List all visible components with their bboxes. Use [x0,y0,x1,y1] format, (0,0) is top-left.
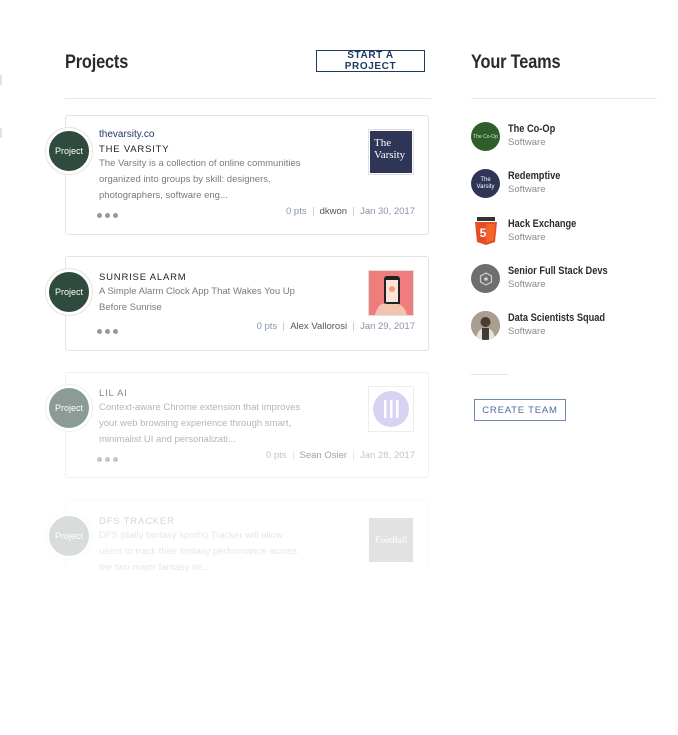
team-icon: The Co-Op [471,122,500,151]
project-avatar: Project [46,128,92,174]
teams-header: Your Teams [471,40,657,99]
more-options-icon[interactable] [97,329,118,334]
team-item[interactable]: Data Scientists Squad Software [471,311,661,343]
create-team-button[interactable]: CREATE TEAM [474,399,566,421]
project-title[interactable]: SUNRISE ALARM [99,272,186,283]
projects-title: Projects [65,52,129,73]
project-author[interactable]: Sean Osier [300,450,348,461]
project-avatar: Project [46,269,92,315]
html5-number: 5 [479,226,487,240]
project-points: 0 pts [256,321,278,332]
project-card[interactable]: Project thevarsity.co THE VARSITY The Va… [46,115,429,235]
html5-icon: 5 [471,217,500,246]
teams-title: Your Teams [471,52,561,73]
team-item[interactable]: Senior Full Stack Devs Software [471,264,661,296]
project-avatar: Project [46,513,92,559]
project-points: 0 pts [265,450,287,461]
project-description: The Varsity is a collection of online co… [99,158,301,201]
varsity-logo-icon: The Varsity [370,131,412,173]
team-item[interactable]: 5 Hack Exchange Software [471,217,661,249]
edge-mark [0,75,2,85]
team-item[interactable]: The Co-Op The Co-Op Software [471,122,661,154]
project-title[interactable]: LIL AI [99,388,128,399]
team-name[interactable]: Hack Exchange [508,218,576,230]
project-date: Jan 28, 2017 [360,450,415,461]
edge-mark [0,128,2,138]
team-name[interactable]: Data Scientists Squad [508,312,605,324]
project-card[interactable]: Project SUNRISE ALARM A Simple Alarm Clo… [46,256,429,351]
project-date: Jan 30, 2017 [360,206,415,217]
project-card[interactable]: Project DFS TRACKER DFS (daily fantasy s… [46,500,429,573]
phone-photo-icon [369,271,413,315]
bars-logo-icon [369,387,413,431]
project-meta: 0 pts dkwon Jan 30, 2017 [286,206,415,217]
project-author[interactable]: Alex Vallorosi [290,321,347,332]
team-type: Software [508,326,546,337]
hexagon-node-icon [471,264,500,293]
team-icon: The Varsity [471,169,500,198]
project-thumbnail[interactable] [368,270,414,316]
team-type: Software [508,137,546,148]
project-date: Jan 29, 2017 [360,321,415,332]
project-thumbnail[interactable]: The Varsity [368,129,414,175]
project-title[interactable]: DFS TRACKER [99,516,175,527]
project-meta: 0 pts Alex Vallorosi Jan 29, 2017 [257,321,415,332]
project-avatar: Project [46,385,92,431]
more-options-icon[interactable] [97,457,118,462]
project-thumbnail[interactable]: FootBall [368,517,414,563]
person-photo-icon [471,311,500,340]
team-type: Software [508,232,546,243]
teams-divider [471,374,508,375]
project-card[interactable]: Project LIL AI Context-aware Chrome exte… [46,372,429,478]
football-logo-icon: FootBall [369,518,413,562]
project-description: DFS (daily fantasy sports) Tracker will … [99,530,297,573]
team-item[interactable]: The Varsity Redemptive Software [471,169,661,201]
project-author[interactable]: dkwon [320,206,347,217]
project-title[interactable]: THE VARSITY [99,144,169,155]
project-link[interactable]: thevarsity.co [99,129,154,140]
team-type: Software [508,279,546,290]
project-thumbnail[interactable] [368,386,414,432]
project-meta: 0 pts Sean Osier Jan 28, 2017 [266,450,415,461]
more-options-icon[interactable] [97,213,118,218]
start-project-button[interactable]: START A PROJECT [316,50,425,72]
team-name[interactable]: The Co-Op [508,123,555,135]
team-type: Software [508,184,546,195]
project-points: 0 pts [285,206,307,217]
project-description: A Simple Alarm Clock App That Wakes You … [99,286,295,313]
team-name[interactable]: Redemptive [508,170,560,182]
project-description: Context-aware Chrome extension that impr… [99,402,301,445]
team-name[interactable]: Senior Full Stack Devs [508,265,608,277]
projects-header: Projects START A PROJECT [65,40,431,99]
